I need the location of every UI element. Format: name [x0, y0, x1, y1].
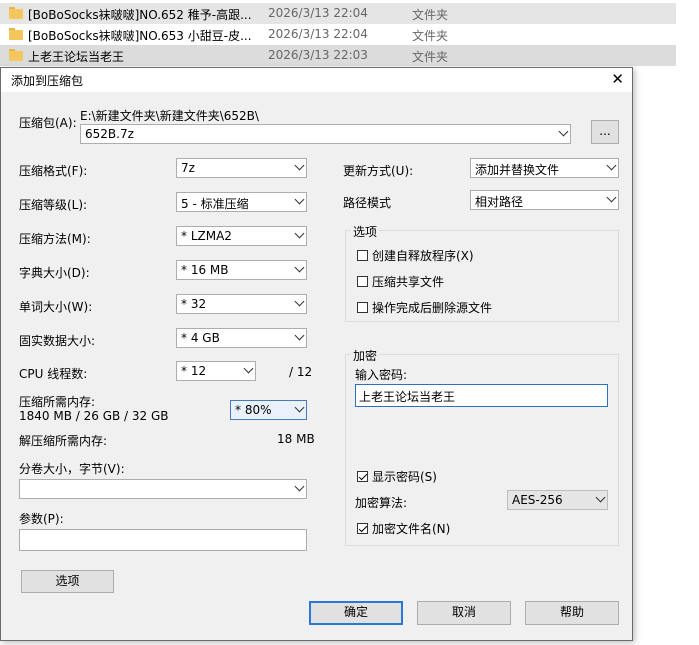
help-button[interactable]: 帮助 [525, 601, 619, 625]
cpu-total: / 12 [289, 365, 313, 379]
chevron-down-icon [559, 130, 567, 138]
file-name: [BoBoSocks袜啵啵]NO.653 小甜豆-皮... [28, 29, 252, 43]
solid-label: 固实数据大小: [19, 334, 96, 348]
browse-button[interactable]: ... [591, 120, 619, 144]
cpu-combo[interactable]: * 12 [176, 361, 256, 381]
delete-after-checkbox[interactable] [357, 302, 368, 313]
chevron-down-icon [596, 496, 604, 504]
sfx-label: 创建自释放程序(X) [372, 249, 474, 263]
decompress-memory-label: 解压缩所需内存: [19, 434, 108, 448]
options-group: 选项 创建自释放程序(X) 压缩共享文件 操作完成后删除源文件 [345, 223, 619, 322]
decompress-memory-value: 18 MB [277, 432, 315, 446]
add-to-archive-dialog: 添加到压缩包 ✕ 压缩包(A): E:\新建文件夹\新建文件夹\652B\ 65… [0, 67, 633, 641]
chevron-down-icon [607, 196, 615, 204]
file-type: 文件夹 [412, 8, 449, 22]
delete-after-label: 操作完成后删除源文件 [372, 301, 493, 315]
password-value: 上老王论坛当老王 [359, 390, 456, 404]
memory-label: 压缩所需内存: [19, 395, 96, 409]
solid-value: * 4 GB [181, 331, 220, 345]
file-row[interactable]: 上老王论坛当老王 2026/3/13 22:03 文件夹 [0, 45, 676, 66]
chevron-down-icon [295, 198, 303, 206]
archive-name-combo[interactable]: 652B.7z [80, 124, 571, 144]
solid-combo[interactable]: * 4 GB [176, 328, 307, 348]
word-value: * 32 [181, 297, 207, 311]
chevron-down-icon [295, 334, 303, 342]
format-value: 7z [181, 161, 195, 175]
file-row[interactable]: [BoBoSocks袜啵啵]NO.652 稚予-高跟... 2026/3/13 … [0, 3, 676, 24]
params-input[interactable] [19, 529, 307, 551]
update-combo[interactable]: 添加并替换文件 [470, 158, 619, 178]
archive-label: 压缩包(A): [19, 116, 77, 130]
path-mode-combo[interactable]: 相对路径 [470, 190, 619, 210]
encryption-method-value: AES-256 [512, 493, 563, 507]
file-name: [BoBoSocks袜啵啵]NO.652 稚予-高跟... [28, 8, 252, 22]
file-row[interactable]: [BoBoSocks袜啵啵]NO.653 小甜豆-皮... 2026/3/13 … [0, 24, 676, 45]
level-combo[interactable]: 5 - 标准压缩 [176, 192, 307, 212]
close-icon[interactable]: ✕ [611, 70, 624, 88]
cpu-label: CPU 线程数: [19, 367, 88, 381]
encryption-method-label: 加密算法: [355, 496, 408, 510]
show-password-label: 显示密码(S) [372, 470, 437, 484]
level-value: 5 - 标准压缩 [181, 197, 249, 211]
encrypt-names-checkbox[interactable] [357, 523, 368, 534]
folder-icon [9, 49, 23, 61]
chevron-down-icon [295, 406, 303, 414]
archive-name-value: 652B.7z [85, 127, 134, 141]
file-date: 2026/3/13 22:04 [268, 6, 368, 20]
dialog-title: 添加到压缩包 [11, 74, 84, 88]
file-date: 2026/3/13 22:04 [268, 27, 368, 41]
memory-detail: 1840 MB / 26 GB / 32 GB [19, 409, 169, 423]
chevron-down-icon [295, 266, 303, 274]
encryption-group-title: 加密 [351, 347, 380, 364]
method-value: * LZMA2 [181, 229, 232, 243]
dict-label: 字典大小(D): [19, 266, 90, 280]
password-input[interactable]: 上老王论坛当老王 [355, 384, 608, 407]
chevron-down-icon [295, 300, 303, 308]
options-group-title: 选项 [351, 223, 380, 240]
options-button[interactable]: 选项 [21, 570, 114, 593]
update-value: 添加并替换文件 [475, 163, 560, 177]
word-label: 单词大小(W): [19, 300, 93, 314]
cpu-value: * 12 [181, 364, 207, 378]
memory-combo[interactable]: * 80% [230, 400, 307, 420]
format-combo[interactable]: 7z [176, 158, 307, 178]
chevron-down-icon [295, 164, 303, 172]
password-label: 输入密码: [355, 368, 408, 382]
method-combo[interactable]: * LZMA2 [176, 226, 307, 246]
archive-path: E:\新建文件夹\新建文件夹\652B\ [80, 109, 259, 123]
sfx-checkbox[interactable] [357, 250, 368, 261]
level-label: 压缩等级(L): [19, 198, 88, 212]
split-combo[interactable] [19, 479, 307, 499]
encrypt-names-label: 加密文件名(N) [372, 522, 451, 536]
file-type: 文件夹 [412, 50, 449, 64]
dict-combo[interactable]: * 16 MB [176, 260, 307, 280]
folder-icon [9, 28, 23, 40]
path-mode-label: 路径模式 [343, 196, 392, 210]
chevron-down-icon [295, 232, 303, 240]
path-mode-value: 相对路径 [475, 195, 524, 209]
chevron-down-icon [244, 367, 252, 375]
word-combo[interactable]: * 32 [176, 294, 307, 314]
ok-button[interactable]: 确定 [309, 601, 403, 625]
file-date: 2026/3/13 22:03 [268, 48, 368, 62]
split-label: 分卷大小，字节(V): [19, 462, 125, 476]
chevron-down-icon [607, 164, 615, 172]
show-password-checkbox[interactable] [357, 471, 368, 482]
method-label: 压缩方法(M): [19, 232, 91, 246]
params-label: 参数(P): [19, 512, 64, 526]
shared-files-checkbox[interactable] [357, 276, 368, 287]
format-label: 压缩格式(F): [19, 164, 88, 178]
update-label: 更新方式(U): [343, 164, 414, 178]
title-bar: 添加到压缩包 ✕ [1, 68, 632, 92]
memory-value: * 80% [235, 403, 272, 417]
folder-icon [9, 7, 23, 19]
encryption-group: 加密 输入密码: 上老王论坛当老王 显示密码(S) 加密算法: AES-256 … [345, 347, 619, 546]
cancel-button[interactable]: 取消 [417, 601, 511, 625]
dict-value: * 16 MB [181, 263, 229, 277]
file-name: 上老王论坛当老王 [28, 50, 125, 64]
encryption-method-combo[interactable]: AES-256 [507, 490, 608, 510]
chevron-down-icon [295, 485, 303, 493]
shared-files-label: 压缩共享文件 [372, 275, 445, 289]
file-type: 文件夹 [412, 29, 449, 43]
